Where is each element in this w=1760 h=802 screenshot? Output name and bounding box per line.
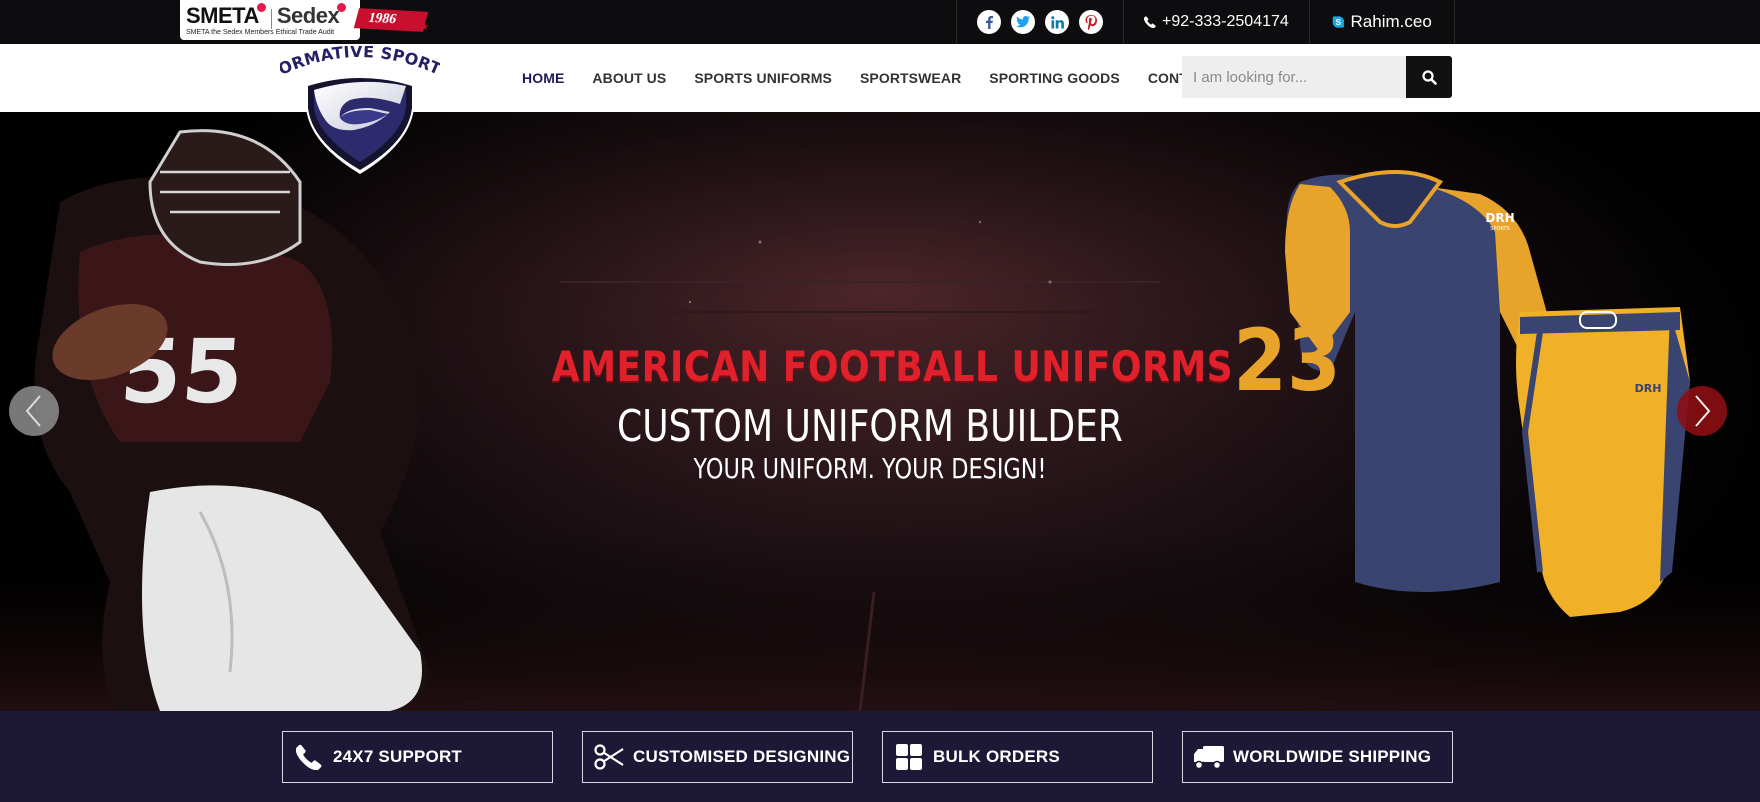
hero-tagline: YOUR UNIFORM. YOUR DESIGN!	[693, 452, 1047, 485]
phone-number: +92-333-2504174	[1162, 13, 1289, 30]
nav-home[interactable]: HOME	[522, 70, 564, 86]
badge-divider	[270, 8, 272, 29]
feature-label: WORLDWIDE SHIPPING	[1233, 747, 1432, 766]
slider-prev-button[interactable]	[9, 386, 59, 436]
nav-sportswear[interactable]: SPORTSWEAR	[860, 70, 961, 86]
nav-sporting-goods[interactable]: SPORTING GOODS	[989, 70, 1120, 86]
smeta-dot-icon	[256, 3, 266, 12]
truck-icon	[1193, 741, 1225, 773]
feature-label: BULK ORDERS	[933, 747, 1060, 766]
ribbon-year: 1986	[366, 10, 399, 28]
hero-title: AMERICAN FOOTBALL UNIFORMS	[551, 342, 1234, 391]
scissors-icon	[593, 741, 625, 773]
top-right-info: +92-333-2504174 S Rahim.ceo	[956, 0, 1455, 44]
jersey-number: 23	[1233, 311, 1341, 411]
chevron-right-icon	[1695, 395, 1711, 427]
pinterest-icon[interactable]	[1079, 10, 1103, 34]
nav-sports-uniforms[interactable]: SPORTS UNIFORMS	[694, 70, 832, 86]
feature-worldwide-shipping[interactable]: WORLDWIDE SHIPPING	[1182, 731, 1453, 783]
star-icon: ★	[420, 22, 429, 33]
linkedin-icon[interactable]	[1045, 10, 1069, 34]
year-ribbon: 1986	[353, 8, 429, 32]
search-input[interactable]	[1182, 56, 1406, 98]
main-nav: HOME ABOUT US SPORTS UNIFORMS SPORTSWEAR…	[522, 44, 1244, 112]
skype-handle: Rahim.ceo	[1350, 12, 1432, 31]
jersey-brand-mark: DRH	[1485, 211, 1514, 225]
hero-slider: 55 23 DRH SPORTS DRH AMERICAN FOOTBALL U…	[0, 112, 1760, 711]
phone-icon	[1144, 16, 1156, 28]
top-bar: SMETA Sedex SMETA the Sedex Members Ethic…	[0, 0, 1760, 44]
search-icon	[1421, 69, 1437, 85]
hero-subtitle: CUSTOM UNIFORM BUILDER	[617, 401, 1123, 452]
social-links	[956, 0, 1123, 44]
slider-next-button[interactable]	[1677, 386, 1727, 436]
search-button[interactable]	[1406, 56, 1452, 98]
hero-text: AMERICAN FOOTBALL UNIFORMS CUSTOM UNIFOR…	[500, 342, 1240, 485]
features-strip: 24X7 SUPPORT CUSTOMISED DESIGNING BULK O…	[0, 711, 1760, 802]
feature-label: CUSTOMISED DESIGNING	[633, 747, 851, 766]
phone-icon	[293, 741, 325, 773]
feature-support[interactable]: 24X7 SUPPORT	[282, 731, 553, 783]
pants-brand-mark: DRH	[1635, 382, 1662, 395]
badge-caption: SMETA the Sedex Members Ethical Trade Au…	[186, 29, 335, 36]
facebook-icon[interactable]	[977, 10, 1001, 34]
logo-text: FORMATIVE SPORTS	[274, 31, 444, 79]
twitter-icon[interactable]	[1011, 10, 1035, 34]
sedex-dot-icon	[337, 3, 347, 12]
main-navbar: HOME ABOUT US SPORTS UNIFORMS SPORTSWEAR…	[0, 44, 1760, 112]
nav-about-us[interactable]: ABOUT US	[592, 70, 666, 86]
smeta-label: SMETA	[186, 3, 259, 28]
smeta-sedex-badge[interactable]: SMETA Sedex SMETA the Sedex Members Ethic…	[180, 0, 360, 40]
skype-icon: S	[1332, 16, 1344, 28]
skype-contact[interactable]: S Rahim.ceo	[1308, 0, 1455, 44]
sedex-label: Sedex	[276, 3, 340, 28]
feature-label: 24X7 SUPPORT	[333, 747, 463, 766]
jersey-brand-sub: SPORTS	[1490, 226, 1509, 232]
site-logo[interactable]: FORMATIVE SPORTS	[274, 31, 444, 176]
search-bar	[1182, 56, 1452, 98]
svg-text:S: S	[1335, 18, 1341, 27]
feature-customised-designing[interactable]: CUSTOMISED DESIGNING	[582, 731, 853, 783]
phone-contact[interactable]: +92-333-2504174	[1123, 0, 1309, 44]
chevron-left-icon	[25, 395, 41, 427]
feature-bulk-orders[interactable]: BULK ORDERS	[882, 731, 1153, 783]
svg-text:FORMATIVE SPORTS: FORMATIVE SPORTS	[280, 46, 440, 79]
grid-icon	[893, 741, 925, 773]
